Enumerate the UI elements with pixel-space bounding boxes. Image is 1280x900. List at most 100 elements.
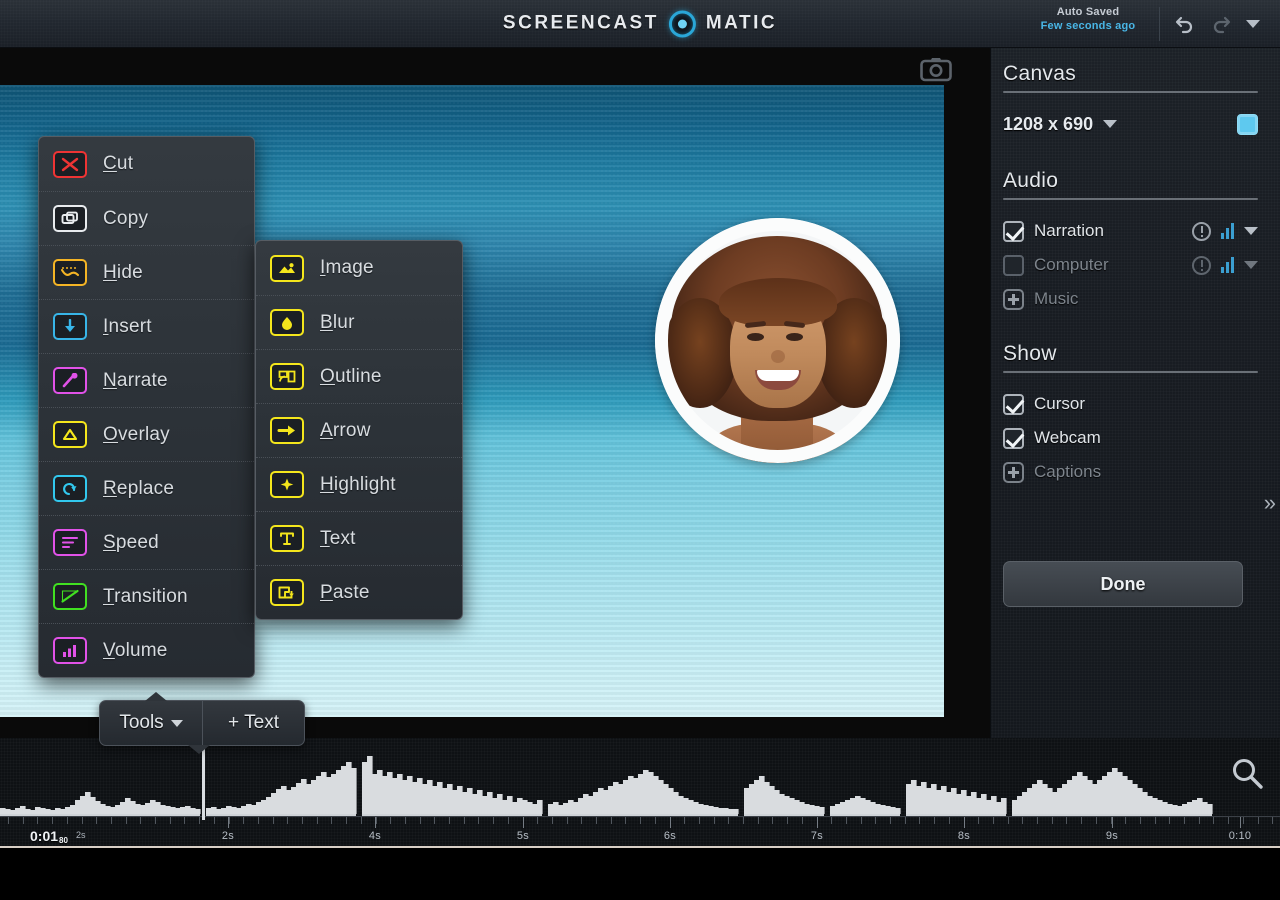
menu-item-label: Copy (103, 208, 148, 230)
menu-item-insert[interactable]: Insert (39, 299, 254, 353)
webcam-checkbox[interactable] (1003, 428, 1024, 449)
ruler-tick (758, 817, 759, 824)
chevron-down-icon[interactable] (1103, 120, 1117, 128)
submenu-item-paste[interactable]: Paste (256, 565, 462, 619)
audio-levels-icon[interactable] (1221, 257, 1234, 273)
playhead[interactable] (202, 744, 205, 820)
audio-row-narration[interactable]: Narration (1003, 214, 1258, 248)
menu-item-label: Cut (103, 153, 133, 175)
ruler-tick (478, 817, 479, 824)
volume-bars-icon (53, 637, 87, 664)
audio-row-label: Computer (1034, 255, 1109, 275)
undo-button[interactable] (1170, 10, 1200, 38)
canvas-color-swatch[interactable] (1237, 114, 1258, 135)
show-row-captions[interactable]: Captions (1003, 455, 1258, 489)
warning-icon[interactable] (1192, 222, 1211, 241)
show-section-rule (1003, 371, 1258, 373)
chevron-down-icon[interactable] (1244, 227, 1258, 235)
webcam-person-image (655, 218, 900, 463)
tools-button[interactable]: Tools (100, 701, 203, 745)
submenu-item-blur[interactable]: Blur (256, 295, 462, 349)
undo-arrow-icon (1174, 14, 1196, 34)
audio-row-label: Music (1034, 289, 1078, 309)
ruler-tick (52, 817, 53, 824)
add-text-button[interactable]: + Text (203, 701, 304, 745)
menu-item-cut[interactable]: Cut (39, 137, 254, 191)
menu-item-copy[interactable]: Copy (39, 191, 254, 245)
timeline-bottom-rule (0, 846, 1280, 848)
submenu-item-image[interactable]: Image (256, 241, 462, 295)
ruler-tick (611, 817, 612, 824)
magnifier-icon[interactable] (1230, 756, 1264, 795)
timeline[interactable]: 0:0180 2s 2s4s5s6s7s8s9s0:10 (0, 738, 1280, 848)
menu-item-overlay[interactable]: Overlay (39, 407, 254, 461)
ruler-tick (905, 817, 906, 824)
ruler-tick (714, 817, 715, 824)
show-rows: CursorWebcamCaptions (1003, 387, 1258, 489)
window-footer (0, 850, 1280, 900)
ruler-tick (1213, 817, 1214, 824)
app-logo: SCREENCAST MATIC (503, 10, 777, 37)
ruler-tick (978, 817, 979, 824)
webcam-bubble[interactable] (655, 218, 900, 463)
blur-drop-icon (270, 309, 304, 336)
more-menu-button[interactable] (1238, 10, 1268, 38)
ruler-tick (8, 817, 9, 824)
menu-item-replace[interactable]: Replace (39, 461, 254, 515)
cut-scissors-icon (53, 151, 87, 178)
narration-checkbox[interactable] (1003, 221, 1024, 242)
audio-section-heading: Audio (1003, 169, 1258, 193)
redo-button[interactable] (1206, 10, 1236, 38)
menu-item-transition[interactable]: Transition (39, 569, 254, 623)
current-timecode: 0:0180 (30, 828, 67, 844)
show-row-cursor[interactable]: Cursor (1003, 387, 1258, 421)
tools-bar: Tools + Text (99, 700, 305, 746)
ruler-tick (23, 817, 24, 824)
ruler-time-label: 6s (664, 830, 676, 842)
audio-levels-icon[interactable] (1221, 223, 1234, 239)
menu-item-label: Volume (103, 640, 168, 662)
submenu-item-text[interactable]: Text (256, 511, 462, 565)
replace-loop-icon (53, 475, 87, 502)
chevron-down-icon (171, 720, 183, 727)
audio-row-music[interactable]: Music (1003, 282, 1258, 316)
menu-item-volume[interactable]: Volume (39, 623, 254, 677)
ruler-tick (96, 817, 97, 824)
done-button[interactable]: Done (1003, 561, 1243, 607)
show-row-webcam[interactable]: Webcam (1003, 421, 1258, 455)
submenu-item-highlight[interactable]: Highlight (256, 457, 462, 511)
canvas-size-row[interactable]: 1208 x 690 (1003, 107, 1258, 141)
submenu-item-label: Image (320, 257, 374, 279)
ruler-tick (1184, 817, 1185, 824)
ruler-tick (464, 817, 465, 824)
computer-checkbox[interactable] (1003, 255, 1024, 276)
menu-item-hide[interactable]: Hide (39, 245, 254, 299)
add-music-icon[interactable] (1003, 289, 1024, 310)
overlay-submenu[interactable]: Image Blur Outline Arrow Highlight Text (255, 240, 463, 620)
screencast-o-matic-editor: SCREENCAST MATIC Auto Saved Few seconds … (0, 0, 1280, 900)
double-chevron-right-icon[interactable]: » (1264, 490, 1272, 516)
submenu-item-arrow[interactable]: Arrow (256, 403, 462, 457)
ruler-tick (1199, 817, 1200, 824)
chevron-down-icon[interactable] (1244, 261, 1258, 269)
ruler-tick (287, 817, 288, 824)
cursor-checkbox[interactable] (1003, 394, 1024, 415)
menu-item-speed[interactable]: Speed (39, 515, 254, 569)
current-time-unit: 2s (76, 830, 86, 840)
warning-icon[interactable] (1192, 256, 1211, 275)
tools-bar-pointer-down (188, 745, 210, 754)
text-t-icon (270, 525, 304, 552)
timeline-ruler[interactable]: 0:0180 2s 2s4s5s6s7s8s9s0:10 (0, 816, 1280, 848)
menu-item-narrate[interactable]: Narrate (39, 353, 254, 407)
audio-row-computer[interactable]: Computer (1003, 248, 1258, 282)
ruler-tick (861, 817, 862, 824)
add-text-label: Text (244, 712, 279, 734)
ruler-time-label: 2s (222, 830, 234, 842)
ruler-tick (581, 817, 582, 824)
screenshot-camera-button[interactable] (920, 56, 952, 82)
add-captions-icon[interactable] (1003, 462, 1024, 483)
tools-context-menu[interactable]: Cut Copy Hide Insert Narrate Overlay (38, 136, 255, 678)
submenu-item-outline[interactable]: Outline (256, 349, 462, 403)
ruler-tick (449, 817, 450, 824)
ruler-tick (420, 817, 421, 824)
